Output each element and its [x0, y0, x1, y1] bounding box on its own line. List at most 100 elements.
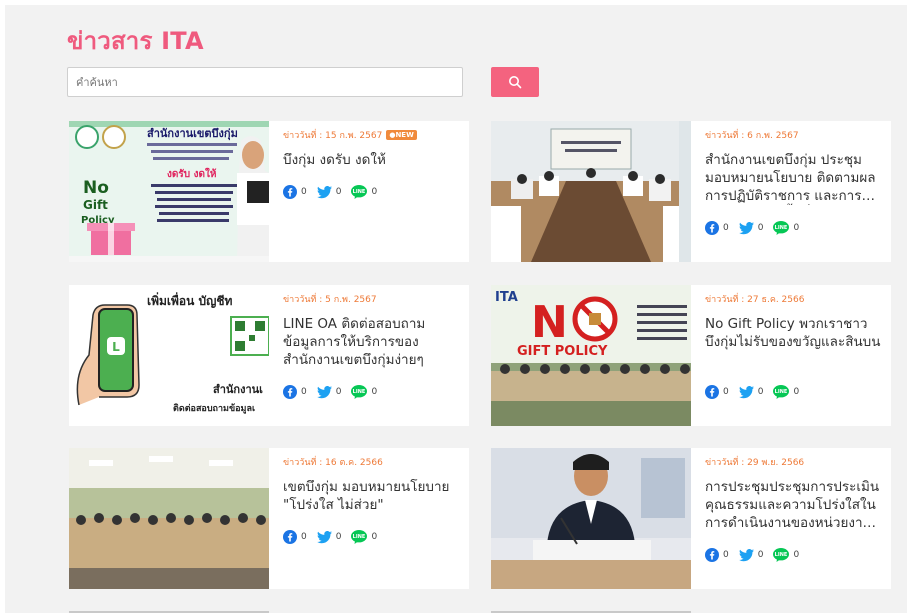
- news-date: ข่าววันที่ : 29 พ.ย. 2566: [705, 458, 805, 468]
- line-count: 0: [371, 387, 378, 397]
- thumb-heading: เพิ่มเพื่อน บัญชีท: [147, 292, 233, 308]
- news-card[interactable]: เพิ่มเพื่อน บัญชีท L สำนักงานเ ติดต่อสอบ…: [69, 285, 469, 426]
- twitter-share[interactable]: 0: [738, 548, 764, 562]
- twitter-count: 0: [335, 532, 342, 542]
- facebook-share[interactable]: 0: [705, 548, 729, 562]
- facebook-share[interactable]: 0: [705, 221, 729, 235]
- facebook-count: 0: [301, 532, 307, 542]
- svg-text:L: L: [112, 340, 120, 354]
- news-thumbnail[interactable]: [491, 448, 691, 589]
- news-title[interactable]: การประชุมประชุมการประเมินคุณธรรมและความโ…: [705, 478, 881, 532]
- line-icon: LINE: [773, 385, 790, 399]
- thumb-gift-policy: GIFT POLICY: [517, 344, 608, 359]
- share-bar: 0 0 LINE 0: [283, 385, 387, 399]
- line-icon: LINE: [773, 221, 790, 235]
- facebook-icon: [283, 385, 297, 399]
- news-date: ข่าววันที่ : 6 ก.พ. 2567: [705, 131, 799, 141]
- news-title[interactable]: No Gift Policy พวกเราชาวบึงกุ่มไม่รับของ…: [705, 315, 881, 351]
- facebook-share[interactable]: 0: [283, 185, 307, 199]
- svg-text:LINE: LINE: [353, 534, 366, 540]
- news-date: ข่าววันที่ : 15 ก.พ. 2567 ●NEW: [283, 128, 417, 142]
- search-icon: [509, 76, 522, 89]
- facebook-icon: [705, 221, 719, 235]
- facebook-count: 0: [723, 387, 729, 397]
- twitter-count: 0: [335, 187, 342, 197]
- twitter-icon: [316, 530, 332, 543]
- line-icon: LINE: [351, 530, 368, 544]
- news-title[interactable]: บึงกุ่ม งดรับ งดให้: [283, 151, 459, 169]
- svg-text:LINE: LINE: [775, 225, 788, 231]
- facebook-count: 0: [301, 387, 307, 397]
- facebook-share[interactable]: 0: [283, 385, 307, 399]
- twitter-share[interactable]: 0: [316, 185, 342, 199]
- twitter-share[interactable]: 0: [738, 221, 764, 235]
- news-title[interactable]: LINE OA ติดต่อสอบถามข้อมูลการให้บริการขอ…: [283, 315, 459, 369]
- news-date: ข่าววันที่ : 16 ต.ค. 2566: [283, 458, 383, 468]
- thumb-gift: Gift: [83, 198, 108, 212]
- facebook-icon: [283, 530, 297, 544]
- news-thumbnail[interactable]: [491, 121, 691, 262]
- news-title[interactable]: สำนักงานเขตบึงกุ่ม ประชุมมอบหมายนโยบาย ต…: [705, 151, 881, 205]
- news-thumbnail[interactable]: สำนักงานเขตบึงกุ่ม งดรับ งดให้ No Gift P…: [69, 121, 269, 262]
- twitter-icon: [316, 385, 332, 398]
- thumb-caption: ติดต่อสอบถามข้อมูลเ: [173, 403, 255, 414]
- line-count: 0: [793, 550, 800, 560]
- twitter-icon: [316, 185, 332, 198]
- twitter-share[interactable]: 0: [316, 385, 342, 399]
- page-title: ข่าวสาร ITA: [67, 27, 204, 55]
- news-thumbnail[interactable]: เพิ่มเพื่อน บัญชีท L สำนักงานเ ติดต่อสอบ…: [69, 285, 269, 426]
- twitter-count: 0: [757, 550, 764, 560]
- share-bar: 0 0 LINE 0: [283, 530, 387, 544]
- line-share[interactable]: LINE 0: [773, 548, 799, 562]
- line-share[interactable]: LINE 0: [773, 385, 799, 399]
- thumb-ita: ITA: [495, 290, 518, 305]
- news-date: ข่าววันที่ : 27 ธ.ค. 2566: [705, 295, 805, 305]
- twitter-count: 0: [335, 387, 342, 397]
- thumb-subheading: สำนักงานเ: [213, 383, 263, 396]
- news-card[interactable]: ข่าววันที่ : 29 พ.ย. 2566 การประชุมประชุ…: [491, 448, 891, 589]
- twitter-count: 0: [757, 223, 764, 233]
- svg-text:LINE: LINE: [775, 389, 788, 395]
- new-badge: ●NEW: [386, 130, 417, 140]
- news-date: ข่าววันที่ : 5 ก.พ. 2567: [283, 295, 377, 305]
- news-card[interactable]: ข่าววันที่ : 6 ก.พ. 2567 สำนักงานเขตบึงก…: [491, 121, 891, 262]
- news-card[interactable]: ข่าววันที่ : 16 ต.ค. 2566 เขตบึงกุ่ม มอบ…: [69, 448, 469, 589]
- facebook-count: 0: [301, 187, 307, 197]
- twitter-icon: [738, 548, 754, 561]
- twitter-icon: [738, 221, 754, 234]
- line-icon: LINE: [773, 548, 790, 562]
- news-thumbnail[interactable]: ITA N GIFT POLICY: [491, 285, 691, 426]
- line-share[interactable]: LINE 0: [351, 185, 377, 199]
- twitter-icon: [738, 385, 754, 398]
- news-card[interactable]: ITA N GIFT POLICY ข่าววันที่: 27 ธ.ค. 2…: [491, 285, 891, 426]
- twitter-share[interactable]: 0: [738, 385, 764, 399]
- line-count: 0: [371, 187, 378, 197]
- facebook-share[interactable]: 0: [705, 385, 729, 399]
- twitter-count: 0: [757, 387, 764, 397]
- line-share[interactable]: LINE 0: [351, 530, 377, 544]
- line-icon: LINE: [351, 185, 368, 199]
- line-count: 0: [371, 532, 378, 542]
- twitter-share[interactable]: 0: [316, 530, 342, 544]
- share-bar: 0 0 LINE 0: [283, 185, 387, 199]
- news-page: ข่าวสาร ITA สำนักงานเขตบึงกุ่ม งดรับ งดใ…: [5, 5, 907, 613]
- news-thumbnail[interactable]: [69, 448, 269, 589]
- thumb-no: N: [531, 297, 568, 348]
- share-bar: 0 0 LINE 0: [705, 385, 809, 399]
- facebook-icon: [705, 548, 719, 562]
- news-card[interactable]: สำนักงานเขตบึงกุ่ม งดรับ งดให้ No Gift P…: [69, 121, 469, 262]
- thumb-heading: สำนักงานเขตบึงกุ่ม: [147, 127, 238, 141]
- facebook-share[interactable]: 0: [283, 530, 307, 544]
- facebook-count: 0: [723, 223, 729, 233]
- facebook-count: 0: [723, 550, 729, 560]
- facebook-icon: [705, 385, 719, 399]
- news-title[interactable]: เขตบึงกุ่ม มอบหมายนโยบาย "โปร่งใส ไม่ส่ว…: [283, 478, 459, 514]
- line-share[interactable]: LINE 0: [351, 385, 377, 399]
- thumb-slogan: งดรับ งดให้: [167, 167, 217, 180]
- svg-text:LINE: LINE: [353, 389, 366, 395]
- share-bar: 0 0 LINE 0: [705, 548, 809, 562]
- search-input[interactable]: [67, 67, 463, 97]
- search-button[interactable]: [491, 67, 539, 97]
- svg-text:LINE: LINE: [775, 552, 788, 558]
- line-share[interactable]: LINE 0: [773, 221, 799, 235]
